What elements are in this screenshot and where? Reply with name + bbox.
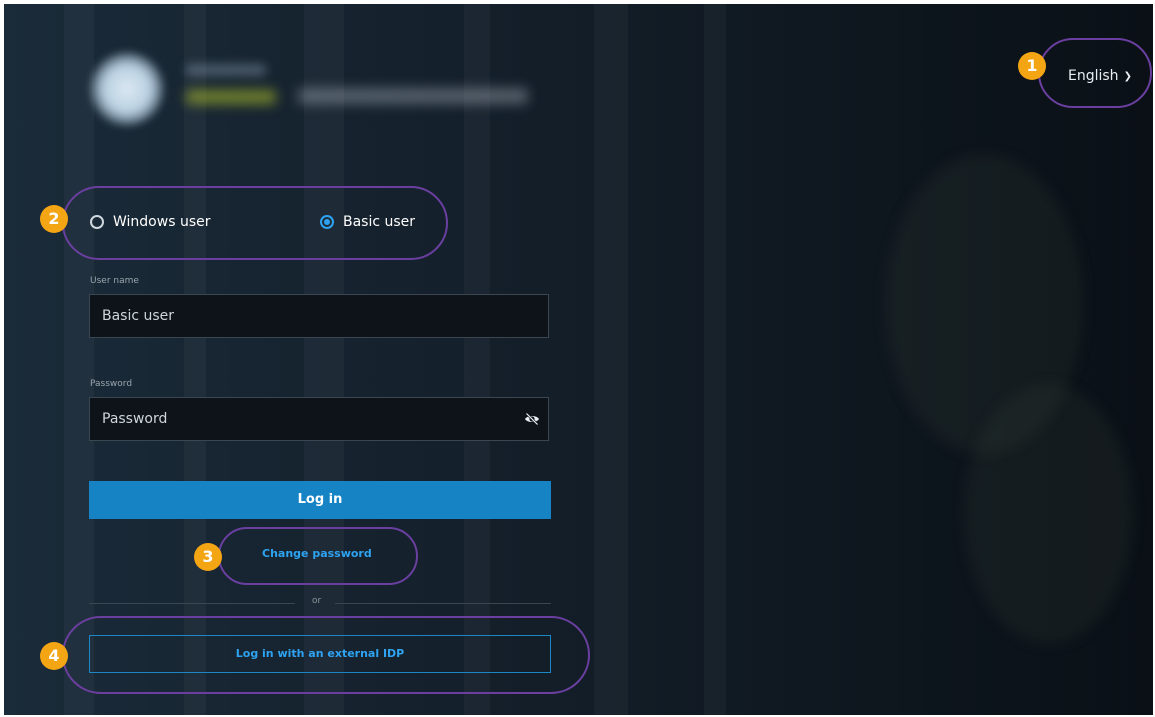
divider-right [335,603,551,604]
callout-badge-4: 4 [40,642,68,670]
username-input[interactable]: Basic user [89,294,549,338]
eye-slash-icon[interactable] [524,411,540,427]
radio-checked-icon [320,215,334,229]
callout-badge-2: 2 [40,205,68,233]
password-label: Password [90,379,133,389]
password-input[interactable]: Password [89,397,549,441]
divider-left [89,603,295,604]
product-logo [90,42,530,126]
change-password-link[interactable]: Change password [262,547,372,560]
radio-basic-user-label: Basic user [343,214,416,230]
chevron-down-icon: ❯ [1123,71,1132,82]
radio-unchecked-icon [90,215,104,229]
username-label: User name [90,276,139,286]
background-tree [964,384,1134,644]
callout-badge-1: 1 [1018,52,1046,80]
login-screen [4,4,1153,715]
login-button[interactable]: Log in [89,481,551,519]
language-selector[interactable]: English ❯ [1068,68,1132,84]
language-label: English [1068,68,1119,84]
background-pillar [704,4,726,715]
radio-windows-user-label: Windows user [113,214,211,230]
background-pillar [594,4,628,715]
radio-basic-user[interactable]: Basic user [320,214,415,230]
callout-badge-3: 3 [194,543,222,571]
radio-windows-user[interactable]: Windows user [90,214,210,230]
or-separator: or [312,596,322,606]
external-idp-button[interactable]: Log in with an external IDP [89,635,551,673]
